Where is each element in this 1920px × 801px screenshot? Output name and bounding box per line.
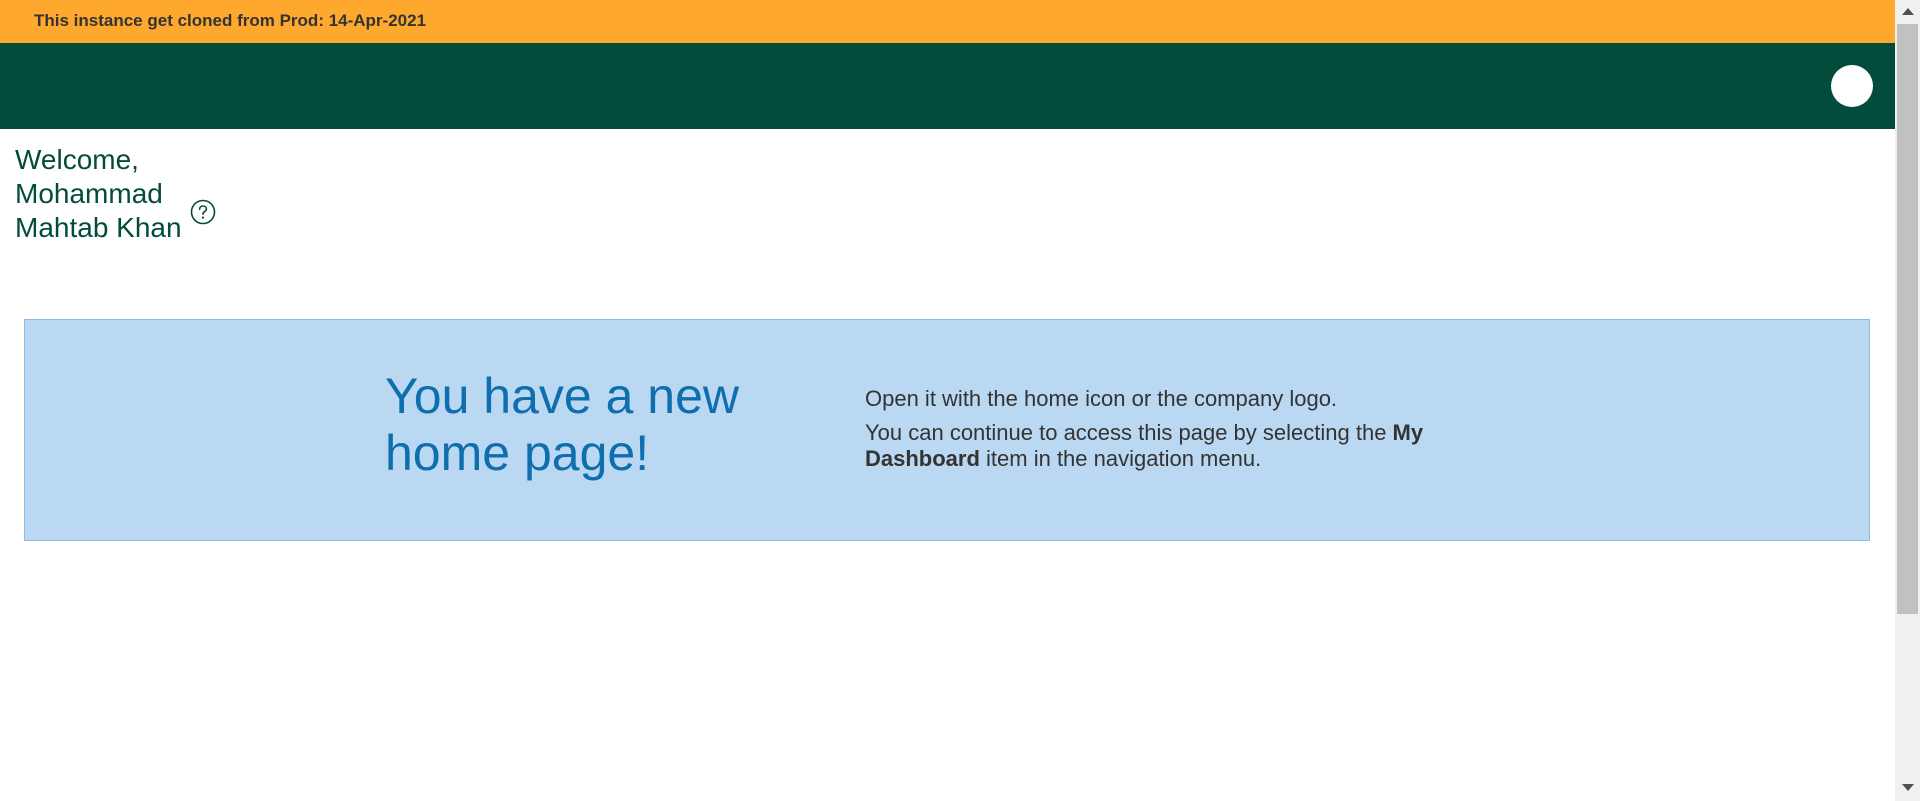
instance-notice-text: This instance get cloned from Prod: 14-A… (34, 11, 427, 30)
user-avatar-icon[interactable] (1831, 65, 1873, 107)
instance-notice-bar: This instance get cloned from Prod: 14-A… (0, 0, 1895, 43)
banner-line-1: Open it with the home icon or the compan… (865, 386, 1338, 411)
top-header (0, 43, 1895, 129)
banner-line-2: You can continue to access this page by … (865, 420, 1485, 472)
banner-description: Open it with the home icon or the compan… (865, 386, 1485, 480)
help-circle-icon[interactable] (190, 199, 216, 225)
page: This instance get cloned from Prod: 14-A… (0, 0, 1895, 801)
new-home-page-banner: You have a new home page! Open it with t… (24, 319, 1870, 541)
banner-heading: You have a new home page! (385, 368, 740, 481)
welcome-message: Welcome, Mohammad Mahtab Khan (15, 144, 182, 243)
banner-line-2-suffix: item in the navigation menu. (979, 446, 1262, 471)
banner-line-2-prefix: You can continue to access this page by … (865, 420, 1393, 445)
scrollbar-thumb[interactable] (1897, 24, 1918, 614)
vertical-scrollbar[interactable] (1895, 0, 1920, 801)
scroll-down-arrow-icon[interactable] (1902, 784, 1914, 791)
scroll-up-arrow-icon[interactable] (1902, 8, 1914, 15)
